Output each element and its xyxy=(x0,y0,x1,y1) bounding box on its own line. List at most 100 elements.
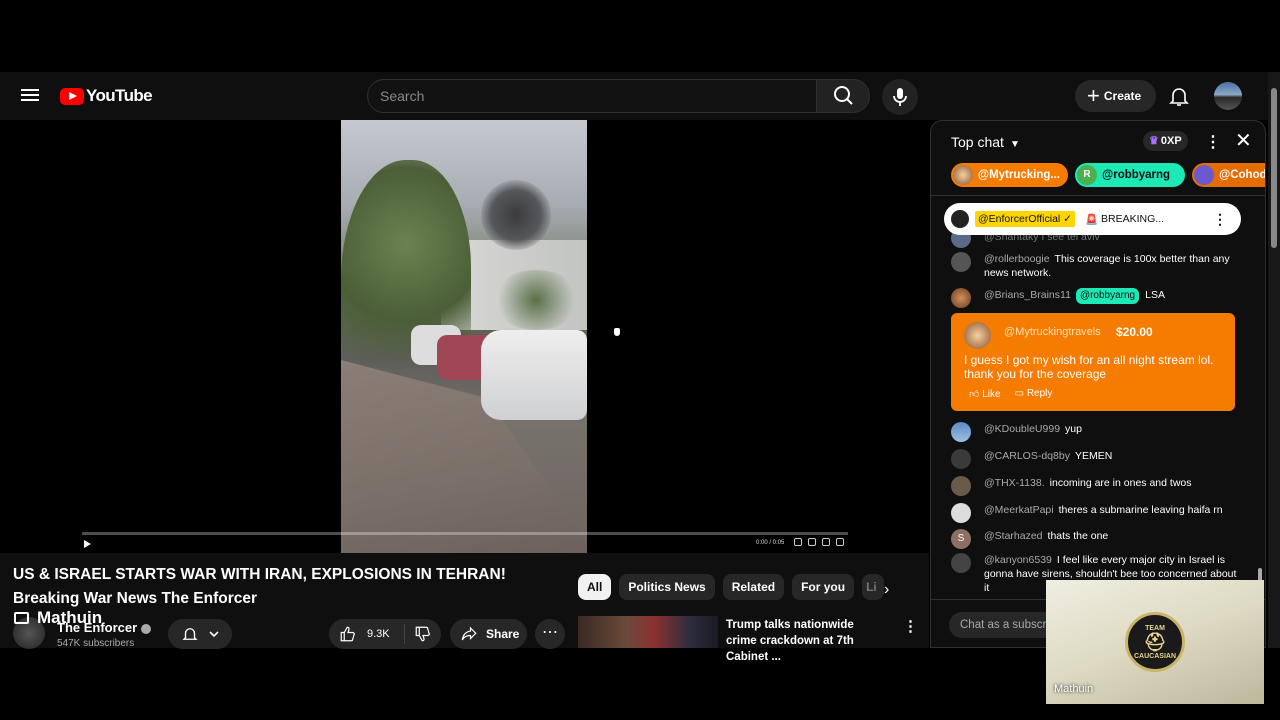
avatar: S xyxy=(951,529,971,549)
xp-value: 0XP xyxy=(1160,135,1182,147)
video-player[interactable]: 0:00 / 0:05 xyxy=(0,120,929,553)
related-filter-chips: All Politics News Related For you Li xyxy=(578,574,885,600)
fullscreen-icon[interactable] xyxy=(836,538,844,546)
pinned-text: BREAKING... xyxy=(1101,213,1165,225)
chat-options-icon[interactable]: ⋮ xyxy=(1205,132,1221,152)
pinned-message[interactable]: @EnforcerOfficial ✓ 🚨 BREAKING... ⋮ xyxy=(944,203,1241,235)
youtube-play-icon xyxy=(60,87,84,105)
create-button[interactable]: + Create xyxy=(1075,80,1156,112)
close-icon[interactable]: ✕ xyxy=(1235,128,1252,153)
message-author[interactable]: @CARLOS-dq8by xyxy=(984,450,1070,462)
notifications-button[interactable] xyxy=(1167,84,1191,108)
like-count: 9.3K xyxy=(367,628,390,640)
helmet-icon: ⛑ xyxy=(1143,631,1167,652)
related-video-title[interactable]: Trump talks nationwide crime crackdown a… xyxy=(726,617,886,665)
monitor-icon xyxy=(14,612,29,624)
settings-icon[interactable] xyxy=(808,538,816,546)
overlay-name-text: Mathuin xyxy=(37,608,103,627)
chat-message: @rollerboogie This coverage is 100x bette… xyxy=(951,252,1241,280)
message-text: thats the one xyxy=(1047,530,1109,542)
chat-message: @MeerkatPapi theres a submarine leaving h… xyxy=(951,503,1241,523)
ticker-label: @robbyarng xyxy=(1102,169,1171,181)
chat-scrollbar[interactable] xyxy=(1256,196,1264,646)
message-author[interactable]: @rollerboogie xyxy=(984,253,1050,265)
mention-badge[interactable]: @robbyarng xyxy=(1075,288,1140,304)
video-frame[interactable] xyxy=(341,120,587,553)
loop-icon[interactable] xyxy=(822,538,830,546)
chip-all[interactable]: All xyxy=(578,574,612,600)
related-video-menu-icon[interactable]: ⋮ xyxy=(903,617,918,635)
more-actions-button[interactable]: ⋯ xyxy=(535,619,565,649)
search-input[interactable] xyxy=(368,80,816,112)
account-avatar[interactable] xyxy=(1214,82,1242,110)
message-author[interactable]: @KDoubleU999 xyxy=(984,423,1060,435)
verified-icon xyxy=(141,623,152,634)
hand-cursor-icon xyxy=(614,328,620,336)
message-author[interactable]: @MeerkatPapi xyxy=(984,504,1054,516)
chat-mode-selector[interactable]: Top chat ▼ xyxy=(951,134,1020,150)
chips-next-arrow-icon[interactable]: › xyxy=(884,581,889,599)
volume-icon[interactable] xyxy=(794,538,802,546)
progress-bar[interactable] xyxy=(82,532,848,535)
notification-bell-button[interactable] xyxy=(168,619,232,649)
team-logo: TEAM ⛑ CAUCASIAN xyxy=(1125,612,1185,672)
related-video-thumbnail[interactable] xyxy=(578,616,718,648)
live-chat-panel: Top chat ▼ ♛ 0XP ⋮ ✕ @Mytrucking... R @robb… xyxy=(930,120,1266,648)
chip-live[interactable]: Li xyxy=(862,574,885,600)
screen-share-overlay: Mathuin xyxy=(14,608,102,628)
play-icon[interactable] xyxy=(84,540,91,548)
xp-badge[interactable]: ♛ 0XP xyxy=(1143,131,1188,151)
hamburger-menu-icon[interactable] xyxy=(18,86,42,106)
ticker-avatar xyxy=(953,165,973,185)
avatar xyxy=(951,210,969,228)
chip-related[interactable]: Related xyxy=(722,574,785,600)
super-chat-author[interactable]: @Mytruckingtravels xyxy=(1004,326,1101,338)
chat-message: @CARLOS-dq8by YEMEN xyxy=(951,449,1241,469)
bell-icon xyxy=(1169,88,1189,106)
share-button[interactable]: Share xyxy=(450,619,527,649)
top-bar: YouTube + Create xyxy=(0,72,1268,120)
page-scrollbar-thumb[interactable] xyxy=(1271,88,1277,248)
ticker-item[interactable]: @Cohode xyxy=(1192,163,1265,187)
logo-text: YouTube xyxy=(86,86,153,105)
pinned-menu-icon[interactable]: ⋮ xyxy=(1213,211,1227,228)
message-author[interactable]: @Brians_Brains11 xyxy=(984,289,1071,301)
video-info: US & ISRAEL STARTS WAR WITH IRAN, EXPLOS… xyxy=(0,553,929,663)
team-logo-top: TEAM xyxy=(1145,624,1165,632)
pip-name: Mathuin xyxy=(1054,683,1094,695)
message-text: LSA xyxy=(1145,289,1165,301)
ticker-avatar xyxy=(1194,165,1214,185)
youtube-logo[interactable]: YouTube xyxy=(60,86,153,106)
message-author[interactable]: @THX-1138. xyxy=(984,477,1045,489)
message-author[interactable]: @Starhazed xyxy=(984,530,1043,542)
chip-for-you[interactable]: For you xyxy=(792,574,855,600)
siren-icon: 🚨 xyxy=(1084,213,1099,226)
voice-search-button[interactable] xyxy=(882,79,918,115)
ticker-item[interactable]: @Mytrucking... xyxy=(951,163,1068,187)
message-author[interactable]: @kanyon6539 xyxy=(984,554,1052,566)
reply-label: Reply xyxy=(1026,388,1053,399)
super-chat-reply-button[interactable]: ▭ Reply xyxy=(1015,388,1053,400)
dislike-button[interactable] xyxy=(405,625,441,643)
super-chat-actions: 👍︎ Like ▭ Reply xyxy=(969,388,1052,400)
ticker-item[interactable]: R @robbyarng xyxy=(1075,163,1185,187)
chat-message: @KDoubleU999 yup xyxy=(951,422,1241,442)
avatar xyxy=(951,422,971,442)
reply-icon: ▭ xyxy=(1014,388,1027,399)
page-scrollbar[interactable] xyxy=(1268,72,1280,648)
message-text: incoming are in ones and twos xyxy=(1049,477,1192,489)
bell-icon xyxy=(181,628,198,640)
avatar xyxy=(951,503,971,523)
avatar xyxy=(951,288,971,308)
picture-in-picture-overlay[interactable]: TEAM ⛑ CAUCASIAN Mathuin xyxy=(1046,580,1264,704)
search-button[interactable] xyxy=(816,79,870,113)
search-box xyxy=(367,79,817,113)
share-arrow-icon xyxy=(461,626,477,641)
message-text: yup xyxy=(1065,423,1082,435)
message-text: YEMEN xyxy=(1074,450,1113,462)
chip-politics-news[interactable]: Politics News xyxy=(619,574,715,600)
super-chat-like-button[interactable]: 👍︎ Like xyxy=(969,388,1001,400)
avatar xyxy=(951,476,971,496)
like-button[interactable]: 9.3K xyxy=(329,624,405,644)
player-controls xyxy=(794,538,844,546)
